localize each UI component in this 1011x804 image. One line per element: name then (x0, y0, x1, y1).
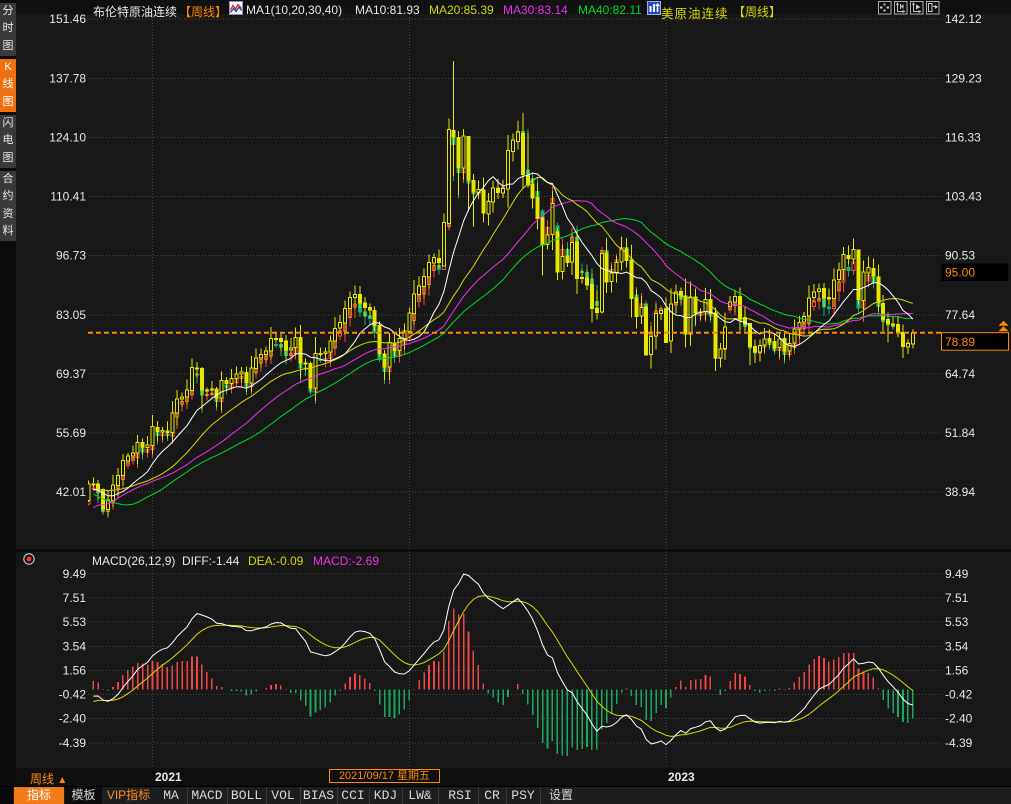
svg-text:1.56: 1.56 (63, 664, 87, 678)
svg-text:38.94: 38.94 (945, 485, 975, 499)
svg-text:-4.39: -4.39 (59, 736, 87, 750)
svg-text:5.53: 5.53 (63, 615, 87, 629)
svg-text:90.53: 90.53 (945, 249, 975, 263)
svg-text:-0.42: -0.42 (945, 688, 973, 702)
svg-text:129.23: 129.23 (945, 71, 982, 85)
svg-text:116.33: 116.33 (945, 130, 981, 144)
svg-text:77.64: 77.64 (945, 308, 975, 322)
svg-text:137.78: 137.78 (49, 71, 86, 85)
svg-text:-2.40: -2.40 (59, 712, 87, 726)
svg-text:7.51: 7.51 (945, 591, 969, 605)
svg-text:103.43: 103.43 (945, 190, 982, 204)
svg-text:110.41: 110.41 (50, 190, 86, 204)
svg-text:69.37: 69.37 (56, 367, 86, 381)
svg-text:9.49: 9.49 (63, 567, 87, 581)
svg-text:1.56: 1.56 (945, 664, 969, 678)
svg-text:124.10: 124.10 (49, 130, 86, 144)
svg-text:42.01: 42.01 (56, 485, 86, 499)
svg-text:64.74: 64.74 (945, 367, 975, 381)
svg-text:142.12: 142.12 (945, 12, 982, 26)
svg-text:51.84: 51.84 (945, 426, 975, 440)
svg-text:151.46: 151.46 (49, 12, 86, 26)
svg-text:3.54: 3.54 (945, 639, 969, 653)
svg-text:83.05: 83.05 (56, 308, 86, 322)
svg-text:96.73: 96.73 (56, 249, 86, 263)
svg-text:-0.42: -0.42 (59, 688, 87, 702)
svg-text:55.69: 55.69 (56, 426, 86, 440)
svg-text:3.54: 3.54 (63, 639, 87, 653)
svg-text:95.00: 95.00 (945, 266, 975, 280)
svg-text:9.49: 9.49 (945, 567, 969, 581)
svg-text:78.89: 78.89 (945, 335, 975, 349)
svg-text:-2.40: -2.40 (945, 712, 973, 726)
svg-text:-4.39: -4.39 (945, 736, 973, 750)
svg-text:5.53: 5.53 (945, 615, 969, 629)
svg-text:7.51: 7.51 (63, 591, 87, 605)
